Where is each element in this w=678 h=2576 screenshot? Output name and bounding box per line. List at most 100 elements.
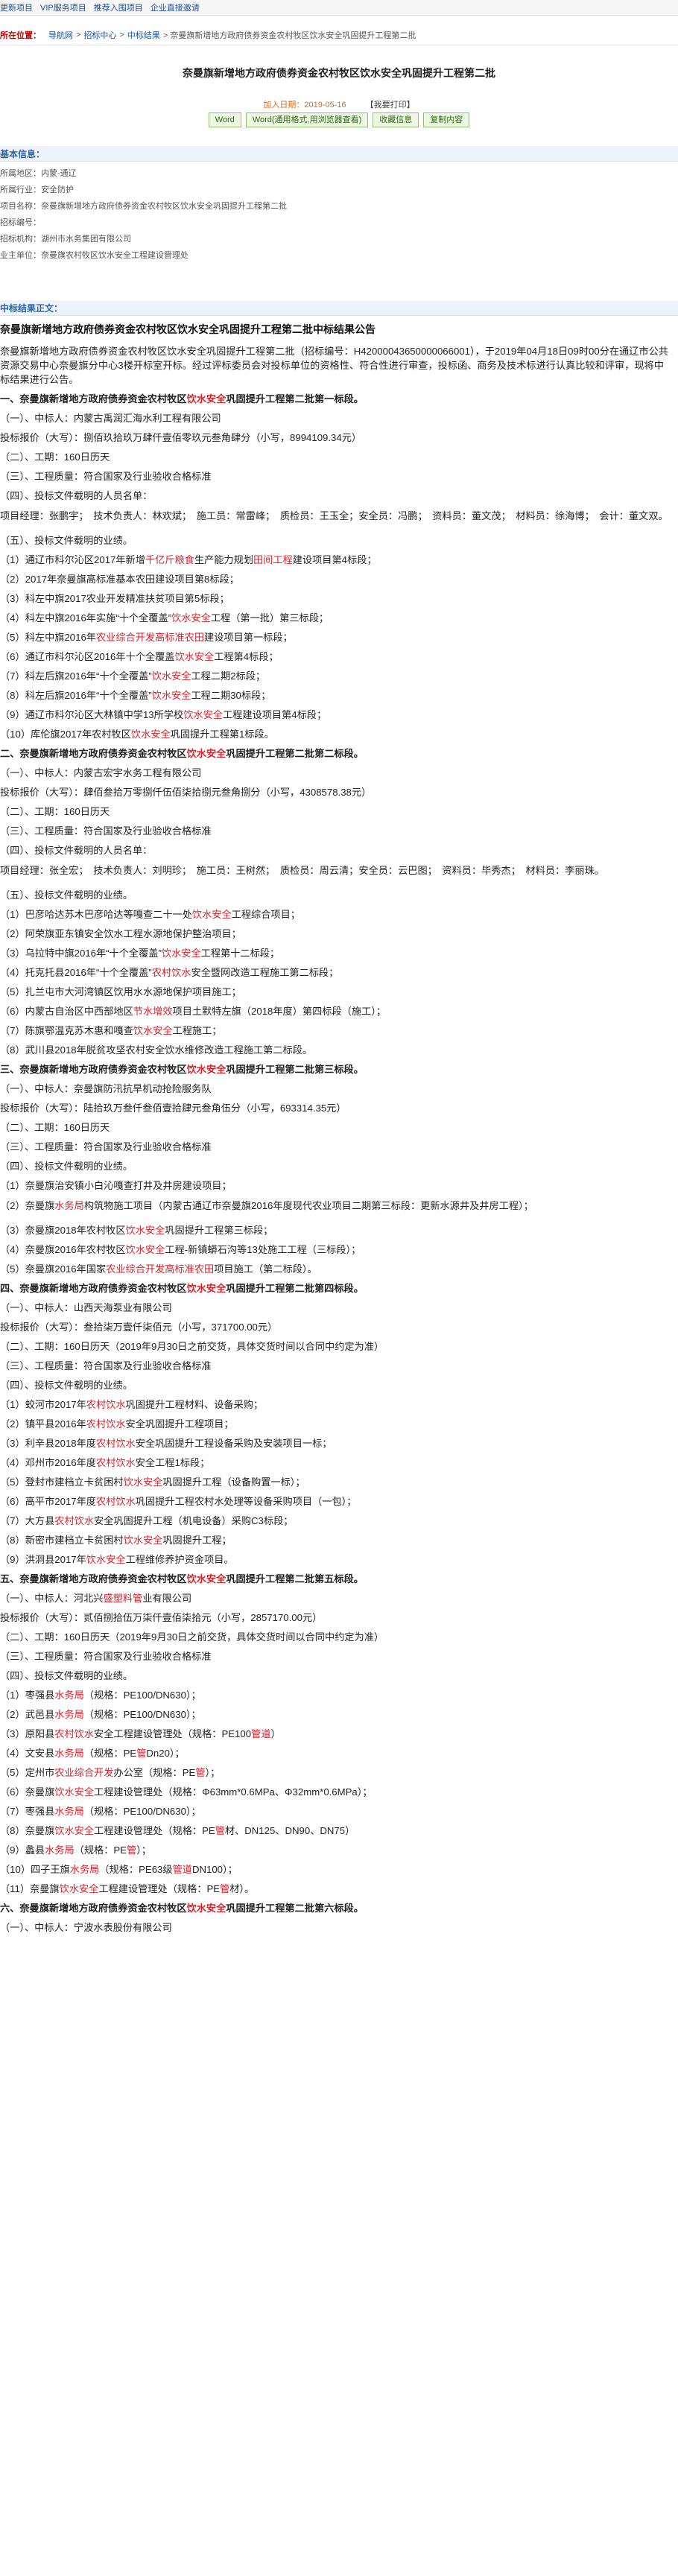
keyword-link[interactable]: 千亿斤粮食 bbox=[145, 554, 194, 565]
keyword-link[interactable]: 农村饮水 bbox=[96, 1438, 136, 1449]
keyword-link[interactable]: 饮水安全 bbox=[187, 748, 226, 759]
keyword-link[interactable]: 饮水安全 bbox=[152, 690, 191, 701]
top-link[interactable]: VIP服务项目 bbox=[40, 1, 86, 13]
keyword-link[interactable]: 农村饮水 bbox=[96, 1496, 136, 1507]
keyword-link[interactable]: 饮水安全 bbox=[131, 729, 171, 740]
article-paragraph: （三）、工程质量：符合国家及行业验收合格标准 bbox=[0, 1357, 672, 1376]
keyword-link[interactable]: 管道 bbox=[251, 1728, 270, 1739]
text-segment: 巩固提升工程； bbox=[162, 1535, 232, 1546]
keyword-link[interactable]: 饮水安全 bbox=[133, 1025, 173, 1036]
keyword-link[interactable]: 饮水安全 bbox=[183, 709, 223, 720]
keyword-link[interactable]: 农村饮水 bbox=[86, 1399, 126, 1410]
keyword-link[interactable]: 节水增效 bbox=[133, 1006, 173, 1017]
article-paragraph: （2）武邑县水务局（规格：PE100/DN630）； bbox=[0, 1705, 672, 1725]
text-segment: 巩固提升工程（设备购置一标）； bbox=[162, 1476, 305, 1488]
keyword-link[interactable]: 水务局 bbox=[45, 1844, 75, 1856]
text-segment: 巩固提升工程第二批第二标段。 bbox=[226, 748, 364, 759]
text-segment: （11）奈曼旗 bbox=[0, 1883, 60, 1894]
keyword-link[interactable]: 饮水安全 bbox=[171, 612, 211, 624]
top-link[interactable]: 更新项目 bbox=[0, 1, 33, 13]
breadcrumb-link-home[interactable]: 导航网 bbox=[48, 29, 73, 41]
text-segment: 工程第4标段； bbox=[214, 651, 279, 662]
keyword-link[interactable]: 饮水安全 bbox=[86, 1554, 126, 1565]
article-paragraph: （3）奈曼旗2018年农村牧区饮水安全巩固提升工程第三标段； bbox=[0, 1221, 672, 1240]
word-button[interactable]: Word bbox=[208, 112, 241, 127]
text-segment: （10）四子王旗 bbox=[0, 1864, 70, 1875]
keyword-link[interactable]: 饮水安全 bbox=[152, 670, 191, 682]
keyword-link[interactable]: 农村饮水 bbox=[54, 1728, 94, 1739]
keyword-link[interactable]: 水务局 bbox=[70, 1864, 100, 1875]
keyword-link[interactable]: 盛塑料管 bbox=[103, 1593, 142, 1604]
keyword-link[interactable]: 管 bbox=[136, 1748, 146, 1759]
text-segment: Dn20）； bbox=[146, 1748, 185, 1759]
breadcrumb-link-results[interactable]: 中标结果 bbox=[127, 29, 160, 41]
keyword-link[interactable]: 饮水安全 bbox=[187, 1283, 226, 1294]
breadcrumb-current: > 奈曼旗新增地方政府债券资金农村牧区饮水安全巩固提升工程第二批 bbox=[162, 31, 416, 40]
text-segment: （规格：PE63级 bbox=[99, 1864, 173, 1875]
word-general-button[interactable]: Word(通用格式,用浏览器查看) bbox=[245, 112, 369, 127]
keyword-link[interactable]: 农业综合开发高标准农田 bbox=[106, 1263, 214, 1275]
breadcrumb: 所在位置： 导航网 > 招标中心 > 中标结果 > 奈曼旗新增地方政府债券资金农… bbox=[0, 25, 678, 45]
keyword-link[interactable]: 饮水安全 bbox=[124, 1476, 163, 1488]
text-segment: 项目施工（第二标段）。 bbox=[214, 1263, 317, 1275]
keyword-link[interactable]: 农业综合开发高标准农田 bbox=[96, 632, 204, 643]
keyword-link[interactable]: 管 bbox=[127, 1844, 136, 1856]
keyword-link[interactable]: 饮水安全 bbox=[187, 1064, 226, 1075]
keyword-link[interactable]: 农村饮水 bbox=[54, 1515, 94, 1526]
text-segment: 项目经理：张全宏； 技术负责人：刘明珍； 施工员：王树然； 质检员：周云清；安全… bbox=[0, 865, 604, 876]
keyword-link[interactable]: 水务局 bbox=[54, 1748, 84, 1759]
keyword-link[interactable]: 农村饮水 bbox=[152, 967, 191, 978]
keyword-link[interactable]: 饮水安全 bbox=[187, 393, 226, 405]
text-segment: （3）乌拉特中旗2016年“十个全覆盖” bbox=[0, 948, 162, 959]
top-link[interactable]: 推荐入围项目 bbox=[94, 1, 143, 13]
keyword-link[interactable]: 饮水安全 bbox=[60, 1883, 99, 1894]
top-link[interactable]: 企业直接邀请 bbox=[151, 1, 200, 13]
text-segment: （二）、工期：160日历天 bbox=[0, 1122, 110, 1133]
favorite-button[interactable]: 收藏信息 bbox=[373, 112, 419, 127]
keyword-link[interactable]: 饮水安全 bbox=[124, 1535, 163, 1546]
text-segment: 安全巩固提升工程（机电设备）采购C3标段； bbox=[94, 1515, 294, 1526]
keyword-link[interactable]: 水务局 bbox=[54, 1200, 84, 1211]
article-paragraph: （三）、工程质量：符合国家及行业验收合格标准 bbox=[0, 822, 672, 841]
article-paragraph: （三）、工程质量：符合国家及行业验收合格标准 bbox=[0, 467, 672, 486]
text-segment: 巩固提升工程第二批第一标段。 bbox=[226, 393, 364, 405]
keyword-link[interactable]: 饮水安全 bbox=[187, 1903, 226, 1914]
copy-content-button[interactable]: 复制内容 bbox=[423, 112, 470, 127]
keyword-link[interactable]: 水务局 bbox=[54, 1690, 84, 1701]
text-segment: 工程-新镇蟒石沟等13处施工工程（三标段）； bbox=[165, 1244, 361, 1255]
keyword-link[interactable]: 农村饮水 bbox=[96, 1457, 136, 1468]
text-segment: 安全巩固提升工程项目； bbox=[125, 1418, 234, 1430]
breadcrumb-link-bidding[interactable]: 招标中心 bbox=[83, 29, 116, 41]
keyword-link[interactable]: 饮水安全 bbox=[54, 1825, 94, 1836]
text-segment: 项目土默特左旗（2018年度）第四标段（施工）； bbox=[172, 1006, 387, 1017]
print-link[interactable]: 【我要打印】 bbox=[366, 98, 415, 110]
article-paragraph: （2）奈曼旗水务局构筑物施工项目（内蒙古通辽市奈曼旗2016年度现代农业项目二期… bbox=[0, 1196, 672, 1221]
keyword-link[interactable]: 农业综合开发 bbox=[54, 1767, 113, 1778]
keyword-link[interactable]: 农村饮水 bbox=[86, 1418, 126, 1430]
text-segment: （四）、投标文件载明的人员名单： bbox=[0, 490, 153, 501]
keyword-link[interactable]: 饮水安全 bbox=[126, 1225, 165, 1236]
keyword-link[interactable]: 饮水安全 bbox=[192, 909, 232, 920]
text-segment: 投标报价（大写）：贰佰捌拾伍万柒仟壹佰柒拾元（小写，2857170.00元） bbox=[0, 1612, 323, 1623]
text-segment: 三、奈曼旗新增地方政府债券资金农村牧区 bbox=[0, 1064, 187, 1075]
keyword-link[interactable]: 饮水安全 bbox=[174, 651, 214, 662]
article-paragraph: （一）、中标人：内蒙古宏宇水务工程有限公司 bbox=[0, 764, 672, 783]
article-paragraph: （2）镇平县2016年农村饮水安全巩固提升工程项目； bbox=[0, 1415, 672, 1434]
keyword-link[interactable]: 饮水安全 bbox=[187, 1573, 226, 1584]
article-paragraph: （6）通辽市科尔沁区2016年十个全覆盖饮水安全工程第4标段； bbox=[0, 647, 672, 667]
keyword-link[interactable]: 管 bbox=[195, 1767, 205, 1778]
article-paragraph: （二）、工期：160日历天 bbox=[0, 448, 672, 467]
text-segment: 安全工程1标段； bbox=[135, 1457, 210, 1468]
keyword-link[interactable]: 水务局 bbox=[54, 1709, 84, 1720]
keyword-link[interactable]: 水务局 bbox=[54, 1806, 84, 1817]
keyword-link[interactable]: 管 bbox=[215, 1825, 225, 1836]
keyword-link[interactable]: 饮水安全 bbox=[126, 1244, 165, 1255]
keyword-link[interactable]: 饮水安全 bbox=[162, 948, 201, 959]
keyword-link[interactable]: 田间工程 bbox=[253, 554, 293, 565]
article-paragraph: （5）定州市农业综合开发办公室（规格：PE管）； bbox=[0, 1763, 672, 1783]
article-paragraph: 投标报价（大写）：叁拾柒万壹仟柒佰元（小写，371700.00元） bbox=[0, 1318, 672, 1337]
keyword-link[interactable]: 管 bbox=[220, 1883, 229, 1894]
keyword-link[interactable]: 饮水安全 bbox=[54, 1786, 94, 1798]
section-heading: 四、奈曼旗新增地方政府债券资金农村牧区饮水安全巩固提升工程第二批第四标段。 bbox=[0, 1279, 672, 1298]
keyword-link[interactable]: 管道 bbox=[173, 1864, 192, 1875]
